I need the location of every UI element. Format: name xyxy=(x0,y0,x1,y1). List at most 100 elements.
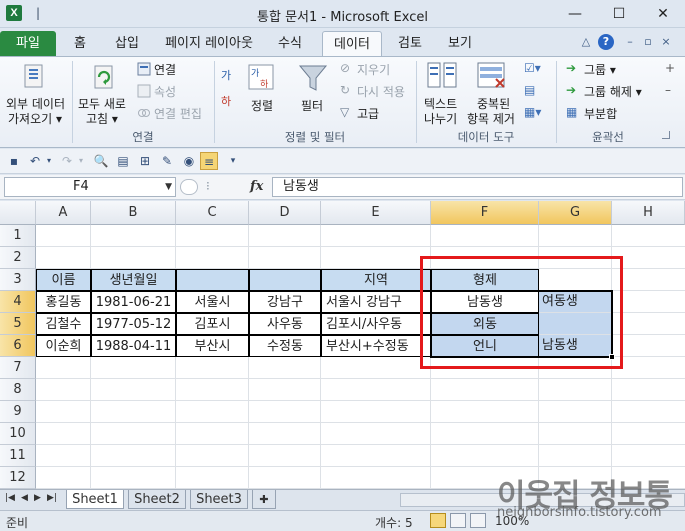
ribbon-collapse-icon[interactable]: △ xyxy=(578,34,594,50)
row-header-8[interactable]: 8 xyxy=(0,379,36,401)
column-header-h[interactable]: H xyxy=(612,201,685,225)
cell-e6[interactable]: 부산시+수정동 xyxy=(321,335,431,357)
sort-button[interactable]: 정렬 xyxy=(251,97,273,114)
maximize-button[interactable]: ☐ xyxy=(597,0,641,28)
sheet-tab-sheet3[interactable]: Sheet3 xyxy=(190,490,248,509)
row-header-3[interactable]: 3 xyxy=(0,269,36,291)
insert-function-button[interactable]: fx xyxy=(250,179,263,194)
formula-input[interactable]: 남동생 xyxy=(272,177,683,197)
insert-sheet-icon[interactable]: ✚ xyxy=(252,490,276,509)
page-break-view-icon[interactable] xyxy=(470,513,486,528)
first-sheet-icon[interactable]: |◀ xyxy=(5,493,15,503)
tab-formulas[interactable]: 수식 xyxy=(268,31,312,56)
name-box[interactable]: F4 ▼ xyxy=(4,177,176,197)
ribbon-restore-icon[interactable]: ▫ xyxy=(640,34,656,50)
chevron-down-icon[interactable]: ▼ xyxy=(165,178,172,196)
reapply-button[interactable]: 다시 적용 xyxy=(357,83,405,100)
column-header-g[interactable]: G xyxy=(539,201,612,225)
format-painter-icon[interactable]: ✎ xyxy=(158,152,176,170)
row-header-1[interactable]: 1 xyxy=(0,225,36,247)
sheet-tab-sheet1[interactable]: Sheet1 xyxy=(66,490,124,509)
advanced-button[interactable]: 고급 xyxy=(357,105,379,122)
cell-d3[interactable] xyxy=(249,269,321,291)
cell-a3[interactable]: 이름 xyxy=(36,269,91,291)
cell-c6[interactable]: 부산시 xyxy=(176,335,249,357)
row-header-10[interactable]: 10 xyxy=(0,423,36,445)
cell-f5[interactable]: 외동 xyxy=(431,313,539,335)
customize-qat-icon[interactable]: ▾ xyxy=(224,152,242,170)
worksheet-grid[interactable]: A B C D E F G H 1 2 3 4 5 6 7 8 9 10 11 … xyxy=(0,201,685,489)
hide-detail-icon[interactable]: – xyxy=(665,83,671,97)
cell-a4[interactable]: 홍길동 xyxy=(36,291,91,313)
tab-page-layout[interactable]: 페이지 레이아웃 xyxy=(156,31,262,56)
cell-b6[interactable]: 1988-04-11 xyxy=(91,335,176,357)
column-header-b[interactable]: B xyxy=(91,201,176,225)
subtotal-button[interactable]: 부분합 xyxy=(584,105,617,122)
cell-c3[interactable] xyxy=(176,269,249,291)
cell-a6[interactable]: 이순희 xyxy=(36,335,91,357)
last-sheet-icon[interactable]: ▶| xyxy=(47,493,57,503)
close-button[interactable]: ✕ xyxy=(641,0,685,28)
cell-e3[interactable]: 지역 xyxy=(321,269,431,291)
minimize-button[interactable]: — xyxy=(553,0,597,28)
print-preview-icon[interactable]: 🔍 xyxy=(92,152,110,170)
cell-g4[interactable]: 여동생 xyxy=(539,291,612,313)
data-validation-icon[interactable]: ☑▾ xyxy=(524,61,541,75)
sheet-tab-sheet2[interactable]: Sheet2 xyxy=(128,490,186,509)
tab-file[interactable]: 파일 xyxy=(0,31,56,56)
cell-f3[interactable]: 형제 xyxy=(431,269,539,291)
select-all-corner[interactable] xyxy=(0,201,36,225)
page-layout-view-icon[interactable] xyxy=(450,513,466,528)
filter-button[interactable]: 필터 xyxy=(301,97,323,114)
cell-c4[interactable]: 서울시 xyxy=(176,291,249,313)
cell-g5[interactable] xyxy=(539,313,612,335)
cell-f4[interactable]: 남동생 xyxy=(431,291,539,313)
column-header-d[interactable]: D xyxy=(249,201,321,225)
tab-review[interactable]: 검토 xyxy=(388,31,432,56)
consolidate-icon[interactable]: ▤ xyxy=(524,83,535,97)
ribbon-minimize-icon[interactable]: – xyxy=(622,34,638,50)
cell-d4[interactable]: 강남구 xyxy=(249,291,321,313)
cell-c5[interactable]: 김포시 xyxy=(176,313,249,335)
normal-view-icon[interactable] xyxy=(430,513,446,528)
cell-d6[interactable]: 수정동 xyxy=(249,335,321,357)
next-sheet-icon[interactable]: ▶ xyxy=(34,493,41,503)
undo-dropdown-icon[interactable]: ▾ xyxy=(40,152,58,170)
redo-dropdown-icon[interactable]: ▾ xyxy=(72,152,90,170)
row-header-9[interactable]: 9 xyxy=(0,401,36,423)
row-header-11[interactable]: 11 xyxy=(0,445,36,467)
properties-button[interactable]: 속성 xyxy=(154,83,176,100)
what-if-analysis-icon[interactable]: ▦▾ xyxy=(524,105,541,119)
edit-links-button[interactable]: 연결 편집 xyxy=(154,105,202,122)
help-icon[interactable]: ? xyxy=(598,34,614,50)
row-header-2[interactable]: 2 xyxy=(0,247,36,269)
row-header-6[interactable]: 6 xyxy=(0,335,36,357)
cell-g6[interactable]: 남동생 xyxy=(539,335,612,357)
column-header-a[interactable]: A xyxy=(36,201,91,225)
cell-b3[interactable]: 생년월일 xyxy=(91,269,176,291)
row-header-7[interactable]: 7 xyxy=(0,357,36,379)
cell-b5[interactable]: 1977-05-12 xyxy=(91,313,176,335)
row-header-12[interactable]: 12 xyxy=(0,467,36,489)
ungroup-button[interactable]: 그룹 해제 ▾ xyxy=(584,83,642,100)
ribbon-close-icon[interactable]: × xyxy=(658,34,674,50)
outline-dialog-launcher-icon[interactable] xyxy=(662,131,670,139)
show-detail-icon[interactable]: + xyxy=(665,61,675,75)
cell-b4[interactable]: 1981-06-21 xyxy=(91,291,176,313)
form-icon[interactable]: ▤ xyxy=(114,152,132,170)
connections-button[interactable]: 연결 xyxy=(154,61,176,78)
save-icon[interactable]: ▪ xyxy=(5,152,23,170)
row-header-5[interactable]: 5 xyxy=(0,313,36,335)
tab-view[interactable]: 보기 xyxy=(438,31,482,56)
column-header-c[interactable]: C xyxy=(176,201,249,225)
cell-e4[interactable]: 서울시 강남구 xyxy=(321,291,431,313)
prev-sheet-icon[interactable]: ◀ xyxy=(21,493,28,503)
cell-a5[interactable]: 김철수 xyxy=(36,313,91,335)
camera-icon[interactable]: ◉ xyxy=(180,152,198,170)
tab-data[interactable]: 데이터 xyxy=(322,31,382,56)
clear-button[interactable]: 지우기 xyxy=(357,61,390,78)
column-header-f[interactable]: F xyxy=(431,201,539,225)
cell-e5[interactable]: 김포시/사우동 xyxy=(321,313,431,335)
formula-cancel-icon[interactable] xyxy=(180,179,198,195)
fill-handle[interactable] xyxy=(609,354,615,360)
